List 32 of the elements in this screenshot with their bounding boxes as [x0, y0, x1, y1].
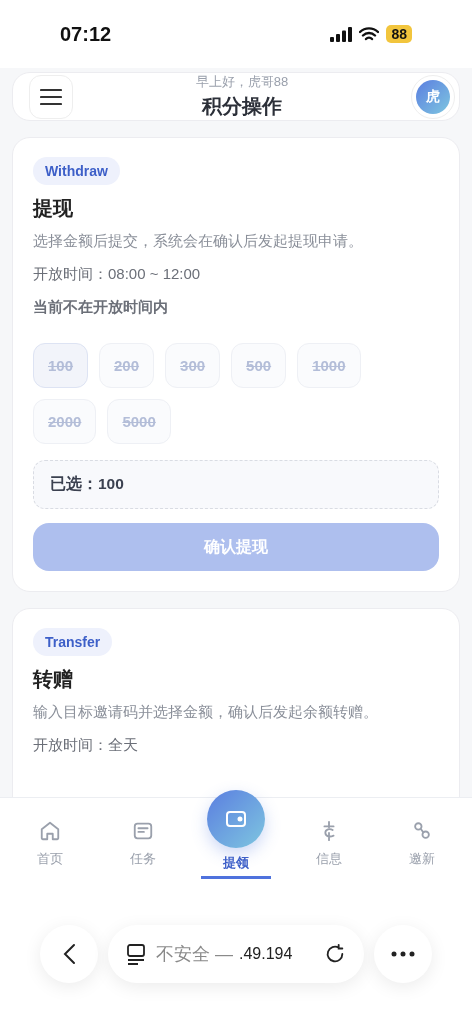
signal-icon — [330, 26, 353, 42]
page-title: 积分操作 — [202, 94, 282, 119]
tab-item[interactable]: 邀新 — [386, 820, 457, 868]
tab-item[interactable]: 信息 — [293, 820, 364, 868]
wifi-icon — [359, 26, 380, 42]
card-title: 提现 — [33, 196, 74, 221]
opening-hours: 开放时间：08:00 ~ 12:00 — [33, 265, 202, 284]
document-icon — [132, 820, 155, 842]
card-description: 输入目标邀请码并选择金额，确认后发起余额转赠。 — [33, 703, 379, 722]
opening-hours: 开放时间：全天 — [33, 736, 139, 755]
card-tag: Withdraw — [33, 157, 120, 185]
card-title: 转赠 — [33, 667, 74, 692]
status-time: 07:12 — [60, 22, 112, 46]
card-tag: Transfer — [33, 628, 113, 656]
address-bar[interactable]: 不安全 — .49.194 — [108, 925, 364, 983]
page-icon — [126, 943, 146, 965]
more-icon — [391, 951, 415, 957]
tab-item[interactable]: 首页 — [15, 820, 86, 868]
battery-level: 88 — [386, 25, 412, 43]
url-text: .49.194 — [239, 945, 293, 963]
selected-amount: 已选：100 — [50, 474, 124, 494]
tab-item[interactable]: 任务 — [108, 820, 179, 868]
reload-icon[interactable] — [324, 943, 346, 965]
security-label: 不安全 — — [156, 943, 233, 966]
avatar[interactable]: 虎 — [416, 79, 450, 114]
card-description: 选择金额后提交，系统会在确认后发起提现申请。 — [33, 232, 364, 251]
home-icon — [39, 820, 62, 842]
greeting: 早上好，虎哥88 — [195, 73, 289, 91]
closed-notice: 当前不在开放时间内 — [33, 298, 169, 317]
back-icon — [62, 943, 76, 965]
menu-button[interactable] — [29, 74, 73, 119]
menu-icon — [40, 87, 62, 106]
